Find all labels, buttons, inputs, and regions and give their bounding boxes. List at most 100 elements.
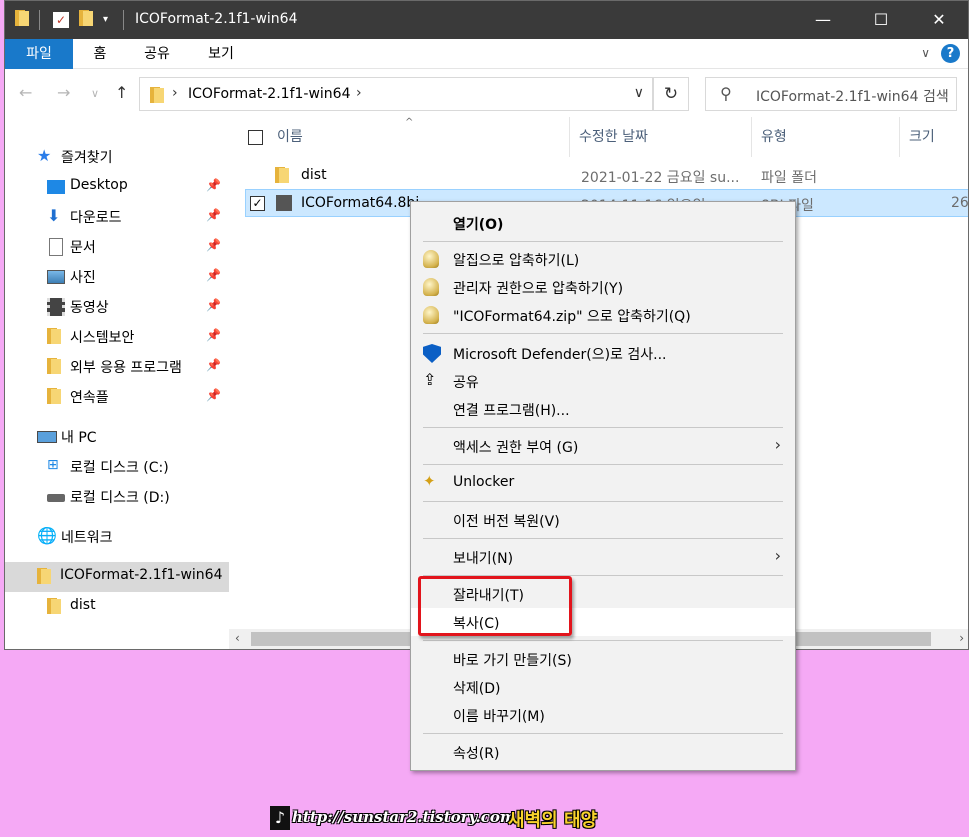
chevron-right-icon: ›: [774, 546, 781, 565]
recent-locations-icon[interactable]: ∨: [91, 87, 99, 100]
menu-defender[interactable]: Microsoft Defender(으)로 검사...: [411, 339, 795, 367]
search-placeholder: ICOFormat-2.1f1-win64 검색: [756, 89, 949, 105]
chevron-down-icon[interactable]: ∨: [921, 46, 930, 60]
desktop-icon: [47, 180, 65, 194]
chevron-right-icon[interactable]: ›: [356, 85, 362, 101]
nav-drive-c[interactable]: ⊞ 로컬 디스크 (C:): [5, 452, 229, 482]
nav-quick-access[interactable]: ★ 즐겨찾기: [5, 142, 229, 172]
music-note-icon: ♪: [270, 806, 290, 830]
windows-drive-icon: ⊞: [47, 457, 59, 473]
pin-icon[interactable]: 📌: [206, 238, 221, 252]
address-row: ← → ∨ ↑ › ICOFormat-2.1f1-win64 › ∨ ↻ ⚲ …: [5, 69, 968, 117]
folder-icon: [275, 167, 289, 187]
menu-zip-named[interactable]: "ICOFormat64.zip" 으로 압축하기(Q): [411, 301, 795, 329]
menu-share[interactable]: ⇪ 공유: [411, 367, 795, 395]
properties-icon[interactable]: ✓: [53, 12, 69, 28]
maximize-button[interactable]: ☐: [852, 1, 910, 39]
video-icon: [47, 298, 65, 316]
nav-subfolder-dist[interactable]: dist: [5, 592, 229, 622]
column-type[interactable]: 유형: [761, 117, 787, 157]
folder-icon: [47, 598, 65, 616]
nav-this-pc[interactable]: 내 PC: [5, 422, 229, 452]
column-size[interactable]: 크기: [909, 117, 935, 157]
row-checkbox[interactable]: ✓: [250, 196, 265, 211]
column-name[interactable]: 이름: [277, 117, 303, 157]
folder-icon: [47, 388, 65, 406]
pin-icon[interactable]: 📌: [206, 328, 221, 342]
folder-icon: [47, 358, 65, 376]
alzip-icon: [423, 306, 441, 324]
search-input[interactable]: ⚲ ICOFormat-2.1f1-win64 검색: [705, 77, 957, 111]
close-button[interactable]: ✕: [910, 1, 968, 39]
menu-admin-zip[interactable]: 관리자 권한으로 압축하기(Y): [411, 273, 795, 301]
alzip-admin-icon: [423, 278, 441, 296]
pin-icon[interactable]: 📌: [206, 358, 221, 372]
help-icon[interactable]: ?: [941, 44, 960, 63]
nav-documents[interactable]: 문서 📌: [5, 232, 229, 262]
nav-folder-external-apps[interactable]: 외부 응용 프로그램 📌: [5, 352, 229, 382]
star-icon: ★: [37, 146, 52, 165]
computer-icon: [37, 431, 57, 443]
search-icon: ⚲: [720, 84, 732, 103]
document-icon: [49, 238, 63, 256]
select-all-checkbox[interactable]: [248, 130, 263, 145]
ribbon: 파일 홈 공유 보기 ∨ ?: [5, 39, 968, 69]
pin-icon[interactable]: 📌: [206, 208, 221, 222]
nav-pictures[interactable]: 사진 📌: [5, 262, 229, 292]
magic-wand-icon: ✦: [423, 472, 436, 490]
alzip-icon: [423, 250, 441, 268]
menu-restore-previous[interactable]: 이전 버전 복원(V): [411, 506, 795, 534]
pin-icon[interactable]: 📌: [206, 298, 221, 312]
scroll-left-icon[interactable]: ‹: [235, 631, 240, 645]
shield-icon: [423, 344, 441, 363]
chevron-right-icon[interactable]: ›: [172, 85, 178, 101]
up-arrow-icon[interactable]: ↑: [115, 83, 128, 102]
menu-alzip[interactable]: 알집으로 압축하기(L): [411, 245, 795, 273]
nav-desktop[interactable]: Desktop 📌: [5, 172, 229, 202]
nav-folder-continuous[interactable]: 연속플 📌: [5, 382, 229, 412]
forward-arrow-icon[interactable]: →: [57, 83, 70, 102]
scroll-right-icon[interactable]: ›: [959, 631, 964, 645]
menu-properties[interactable]: 속성(R): [411, 738, 795, 766]
pin-icon[interactable]: 📌: [206, 388, 221, 402]
nav-folder-security[interactable]: 시스템보안 📌: [5, 322, 229, 352]
menu-open-with[interactable]: 연결 프로그램(H)...: [411, 395, 795, 423]
new-folder-icon[interactable]: [79, 10, 93, 32]
column-modified[interactable]: 수정한 날짜: [579, 117, 648, 157]
file-row-dist[interactable]: dist 2021-01-22 금요일 su... 파일 폴더: [245, 162, 968, 190]
minimize-button[interactable]: —: [794, 1, 852, 39]
nav-current-folder[interactable]: ICOFormat-2.1f1-win64: [5, 562, 229, 592]
pin-icon[interactable]: 📌: [206, 178, 221, 192]
address-bar[interactable]: › ICOFormat-2.1f1-win64 › ∨: [139, 77, 653, 111]
nav-drive-d[interactable]: 로컬 디스크 (D:): [5, 482, 229, 512]
title-bar[interactable]: ✓ ▾ ICOFormat-2.1f1-win64 — ☐ ✕: [5, 1, 968, 39]
folder-icon: [47, 328, 65, 346]
nav-videos[interactable]: 동영상 📌: [5, 292, 229, 322]
chevron-right-icon: ›: [774, 435, 781, 454]
menu-delete[interactable]: 삭제(D): [411, 673, 795, 701]
customize-toolbar-icon[interactable]: ▾: [103, 10, 108, 30]
refresh-button[interactable]: ↻: [653, 77, 689, 111]
sort-ascending-icon: ^: [405, 117, 414, 128]
breadcrumb[interactable]: ICOFormat-2.1f1-win64: [188, 86, 351, 102]
menu-rename[interactable]: 이름 바꾸기(M): [411, 701, 795, 729]
nav-downloads[interactable]: ⬇ 다운로드 📌: [5, 202, 229, 232]
tab-home[interactable]: 홈: [85, 39, 115, 69]
chevron-down-icon[interactable]: ∨: [634, 85, 644, 101]
menu-unlocker[interactable]: ✦ Unlocker: [411, 469, 795, 497]
watermark-brand: 새벽의 태양: [508, 810, 598, 831]
menu-send-to[interactable]: 보내기(N) ›: [411, 543, 795, 571]
share-icon: ⇪: [423, 370, 437, 389]
nav-network[interactable]: 🌐 네트워크: [5, 522, 229, 552]
plugin-file-icon: [276, 195, 292, 211]
back-arrow-icon[interactable]: ←: [19, 83, 32, 102]
watermark-url: http://sunstar2.tistory.com: [292, 808, 516, 826]
menu-create-shortcut[interactable]: 바로 가기 만들기(S): [411, 645, 795, 673]
menu-open[interactable]: 열기(O): [411, 209, 795, 237]
window-title: ICOFormat-2.1f1-win64: [135, 11, 298, 27]
tab-view[interactable]: 보기: [199, 39, 243, 69]
tab-share[interactable]: 공유: [135, 39, 179, 69]
pin-icon[interactable]: 📌: [206, 268, 221, 282]
tab-file[interactable]: 파일: [5, 39, 73, 69]
menu-give-access[interactable]: 액세스 권한 부여 (G) ›: [411, 432, 795, 460]
